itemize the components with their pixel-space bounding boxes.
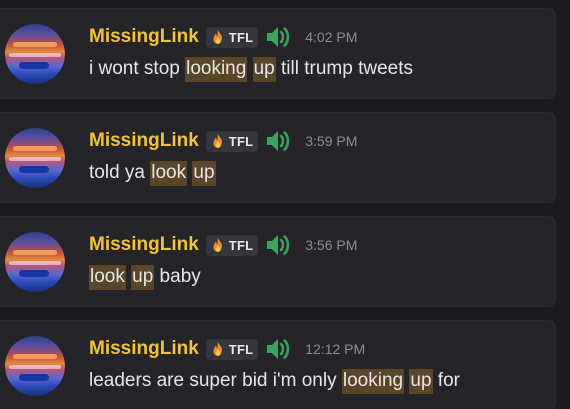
server-tag[interactable]: TFL	[205, 234, 259, 256]
username[interactable]: MissingLink	[89, 234, 199, 256]
avatar[interactable]	[5, 128, 65, 188]
message-text: leaders are super bid i'm only	[89, 370, 342, 391]
timestamp[interactable]: 12:12 PM	[305, 341, 365, 357]
speaker-icon	[267, 131, 290, 151]
search-highlight: up	[409, 369, 433, 394]
message-header: MissingLink TFL 12:12 PM	[89, 337, 365, 361]
flame-icon	[213, 238, 222, 252]
search-highlight: up	[192, 161, 216, 186]
server-tag[interactable]: TFL	[205, 130, 259, 152]
speaker-icon	[267, 27, 290, 47]
tag-label: TFL	[228, 29, 254, 45]
server-tag[interactable]: TFL	[205, 338, 259, 360]
username[interactable]: MissingLink	[89, 26, 199, 48]
username[interactable]: MissingLink	[89, 338, 199, 360]
avatar[interactable]	[5, 232, 65, 292]
message-text	[247, 58, 252, 79]
search-highlight: looking	[341, 369, 405, 394]
server-tag[interactable]: TFL	[205, 26, 259, 48]
message-text: for	[432, 370, 460, 391]
message-content: told ya look up	[89, 161, 216, 186]
message-text: baby	[154, 266, 201, 287]
flame-icon	[213, 342, 222, 356]
tag-label: TFL	[228, 133, 254, 149]
message-card[interactable]: MissingLink TFL 3:59 PM told ya look up	[0, 112, 556, 203]
message-content: look up baby	[89, 265, 201, 290]
message-content: i wont stop looking up till trump tweets	[89, 57, 414, 82]
search-highlight: looking	[185, 57, 248, 82]
avatar[interactable]	[5, 24, 65, 84]
search-highlight: look	[89, 265, 126, 290]
tag-label: TFL	[228, 237, 254, 253]
message-header: MissingLink TFL 3:56 PM	[89, 233, 357, 257]
message-text: told ya	[89, 162, 151, 183]
search-highlight: up	[131, 265, 155, 290]
message-text: till trump tweets	[275, 58, 414, 79]
timestamp[interactable]: 4:02 PM	[305, 29, 357, 45]
search-highlight: up	[252, 57, 276, 82]
search-results-feed: MissingLink TFL 4:02 PM i wont stop look…	[0, 0, 570, 409]
message-card[interactable]: MissingLink TFL 4:02 PM i wont stop look…	[0, 8, 556, 99]
message-header: MissingLink TFL 4:02 PM	[89, 25, 357, 49]
message-content: leaders are super bid i'm only looking u…	[89, 369, 460, 394]
speaker-icon	[267, 235, 290, 255]
message-card[interactable]: MissingLink TFL 12:12 PM leaders are sup…	[0, 320, 556, 409]
message-text: i wont stop	[89, 58, 186, 79]
avatar[interactable]	[5, 336, 65, 396]
search-highlight: look	[150, 161, 188, 186]
timestamp[interactable]: 3:59 PM	[305, 133, 357, 149]
speaker-icon	[267, 339, 290, 359]
username[interactable]: MissingLink	[89, 130, 199, 152]
message-header: MissingLink TFL 3:59 PM	[89, 129, 357, 153]
tag-label: TFL	[228, 341, 254, 357]
timestamp[interactable]: 3:56 PM	[305, 237, 357, 253]
flame-icon	[213, 134, 222, 148]
flame-icon	[213, 30, 222, 44]
message-card[interactable]: MissingLink TFL 3:56 PM look up baby	[0, 216, 556, 307]
